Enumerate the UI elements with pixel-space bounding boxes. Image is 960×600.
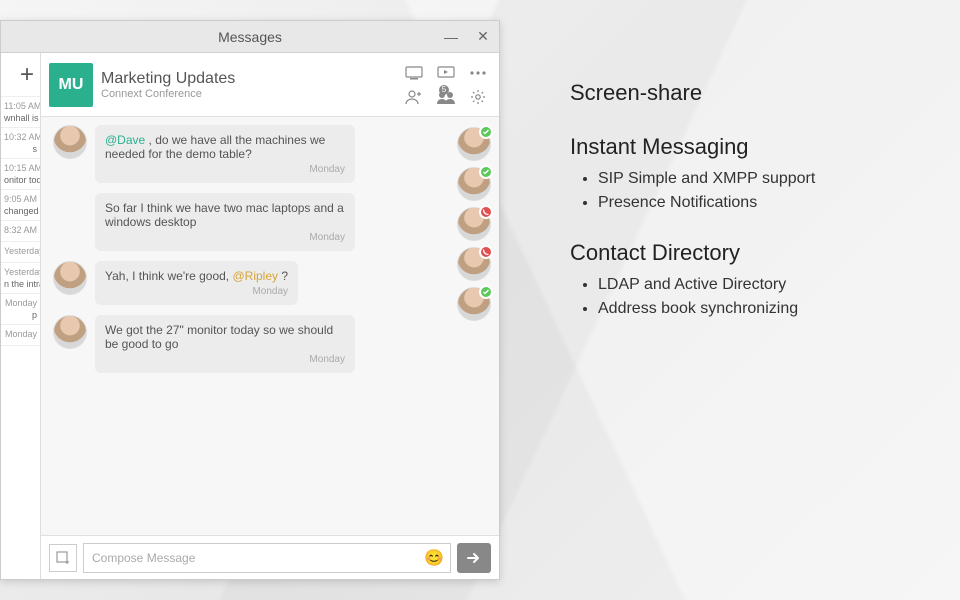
avatar (53, 315, 87, 349)
feature-list: LDAP and Active Directory Address book s… (570, 276, 930, 318)
sidebar-item[interactable]: 8:32 AM (1, 221, 40, 242)
sidebar-item[interactable]: 9:05 AMchanged to 11am (1, 190, 40, 221)
group-subtitle: Connext Conference (101, 88, 393, 100)
message-bubble: Yah, I think we're good, @Ripley ? Monda… (95, 261, 298, 305)
participant[interactable] (457, 127, 491, 161)
message-text: ? (278, 269, 288, 283)
feature-heading: Instant Messaging (570, 134, 930, 160)
message-row: Yah, I think we're good, @Ripley ? Monda… (53, 261, 447, 305)
add-person-icon[interactable] (401, 86, 427, 108)
message-row: So far I think we have two mac laptops a… (53, 193, 447, 251)
sidebar-item[interactable]: 11:05 AMwnhall is (1, 97, 40, 128)
plus-icon: + (20, 61, 34, 89)
present-icon[interactable] (433, 62, 459, 84)
mention: @Dave (105, 133, 145, 147)
status-online-icon (479, 165, 493, 179)
chat-scroll[interactable]: @Dave , do we have all the machines we n… (41, 117, 499, 535)
window-title: Messages (1, 29, 435, 45)
participant[interactable] (457, 167, 491, 201)
status-online-icon (479, 285, 493, 299)
minimize-button[interactable]: — (435, 21, 467, 53)
message-time: Monday (105, 354, 345, 365)
attach-icon (55, 550, 71, 566)
window-controls: — ✕ (435, 21, 499, 53)
more-icon[interactable] (465, 62, 491, 84)
messages-window: Messages — ✕ + 11:05 AMwnhall is 10:32 A… (0, 20, 500, 580)
avatar-spacer (53, 193, 87, 194)
sidebar-item[interactable]: 10:32 AMs (1, 128, 40, 159)
feature-list: SIP Simple and XMPP support Presence Not… (570, 170, 930, 212)
message-text: We got the 27" monitor today so we shoul… (105, 323, 333, 351)
sidebar-item[interactable]: Yesterday (1, 242, 40, 263)
screenshare-icon[interactable] (401, 62, 427, 84)
participants-column (453, 125, 495, 527)
message-time: Monday (105, 232, 345, 243)
participant[interactable] (457, 247, 491, 281)
message-bubble: @Dave , do we have all the machines we n… (95, 125, 355, 183)
participant[interactable] (457, 287, 491, 321)
conversation-sidebar: + 11:05 AMwnhall is 10:32 AMs 10:15 AMon… (1, 53, 41, 579)
message-time: Monday (105, 164, 345, 175)
send-button[interactable] (457, 543, 491, 573)
chat-pane: MU Marketing Updates Connext Conference (41, 53, 499, 579)
sidebar-item[interactable]: Monday (1, 325, 40, 346)
feature-item: LDAP and Active Directory (598, 276, 930, 294)
group-count-badge: 5 (439, 85, 449, 95)
mention: @Ripley (232, 269, 278, 283)
avatar (53, 261, 87, 295)
status-online-icon (479, 125, 493, 139)
group-avatar: MU (49, 63, 93, 107)
avatar (53, 125, 87, 159)
message-bubble: We got the 27" monitor today so we shoul… (95, 315, 355, 373)
message-row: We got the 27" monitor today so we shoul… (53, 315, 447, 373)
close-button[interactable]: ✕ (467, 21, 499, 53)
sidebar-item[interactable]: Yesterdayn the intranet (1, 263, 40, 294)
message-row: @Dave , do we have all the machines we n… (53, 125, 447, 183)
send-icon (466, 551, 482, 565)
group-count-icon[interactable]: 5 (433, 86, 459, 108)
message-text: Yah, I think we're good, (105, 269, 232, 283)
attach-button[interactable] (49, 544, 77, 572)
message-list: @Dave , do we have all the machines we n… (53, 125, 447, 527)
feature-heading: Screen-share (570, 80, 930, 106)
feature-panel: Screen-share Instant Messaging SIP Simpl… (570, 80, 930, 324)
feature-item: Address book synchronizing (598, 300, 930, 318)
message-bubble: So far I think we have two mac laptops a… (95, 193, 355, 251)
emoji-icon[interactable]: 😊 (424, 548, 444, 568)
composer: Compose Message 😊 (41, 535, 499, 579)
chat-header: MU Marketing Updates Connext Conference (41, 53, 499, 117)
status-phone-icon (479, 245, 493, 259)
sidebar-item[interactable]: 10:15 AMonitor today so we (1, 159, 40, 190)
message-text: So far I think we have two mac laptops a… (105, 201, 344, 229)
participant[interactable] (457, 207, 491, 241)
titlebar: Messages — ✕ (1, 21, 499, 53)
message-time: Monday (105, 286, 288, 297)
app-body: + 11:05 AMwnhall is 10:32 AMs 10:15 AMon… (1, 53, 499, 579)
status-phone-icon (479, 205, 493, 219)
gear-icon[interactable] (465, 86, 491, 108)
feature-heading: Contact Directory (570, 240, 930, 266)
feature-item: SIP Simple and XMPP support (598, 170, 930, 188)
header-actions: 5 (401, 62, 491, 108)
sidebar-item[interactable]: Mondayp (1, 294, 40, 325)
compose-input[interactable]: Compose Message 😊 (83, 543, 451, 573)
group-titles: Marketing Updates Connext Conference (101, 70, 393, 100)
feature-item: Presence Notifications (598, 194, 930, 212)
compose-placeholder: Compose Message (92, 551, 195, 565)
group-title: Marketing Updates (101, 70, 393, 88)
new-conversation-button[interactable]: + (1, 53, 40, 97)
